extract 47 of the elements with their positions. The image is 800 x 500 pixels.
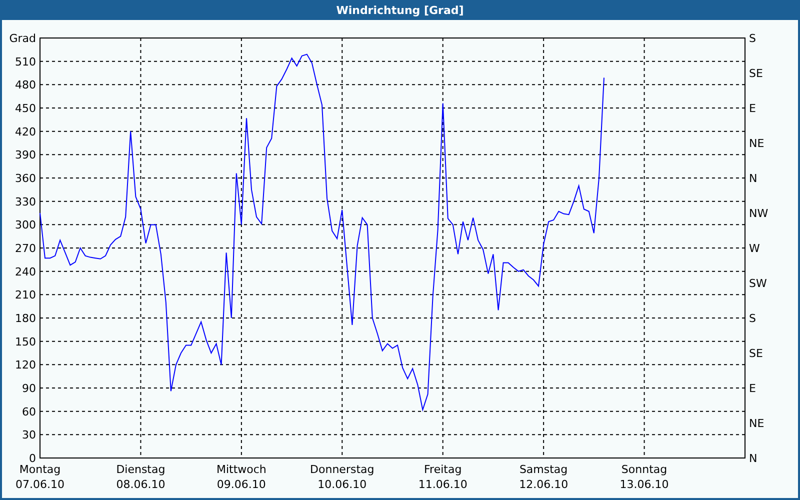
weekday-label: Dienstag xyxy=(116,463,166,476)
weekday-label: Freitag xyxy=(424,463,462,476)
y-tick-label: 180 xyxy=(15,312,36,325)
compass-label: NE xyxy=(749,417,764,430)
compass-label: N xyxy=(749,452,758,465)
y-tick-label: 420 xyxy=(15,125,36,138)
compass-label: SE xyxy=(749,347,763,360)
y-tick-label: 450 xyxy=(15,102,36,115)
compass-label: E xyxy=(749,382,756,395)
weekday-label: Montag xyxy=(19,463,61,476)
y-tick-label: 60 xyxy=(22,405,36,418)
compass-label: SW xyxy=(749,277,767,290)
y-tick-label: 240 xyxy=(15,265,36,278)
compass-label: W xyxy=(749,242,760,255)
x-tick-label: 07.06.10 xyxy=(16,478,64,491)
y-tick-label: 360 xyxy=(15,172,36,185)
x-tick-label: 12.06.10 xyxy=(519,478,568,491)
y-tick-label: 510 xyxy=(15,55,36,68)
compass-label: NE xyxy=(749,137,764,150)
weekday-label: Mittwoch xyxy=(216,463,266,476)
window-title: Windrichtung [Grad] xyxy=(336,4,464,16)
y-tick-label: 120 xyxy=(15,358,36,372)
x-tick-label: 11.06.10 xyxy=(418,478,468,491)
y-tick-label: 300 xyxy=(15,218,36,232)
compass-label: E xyxy=(749,102,756,115)
y-tick-label: 0 xyxy=(29,452,36,465)
y-tick-label: 480 xyxy=(15,78,36,92)
y-tick-label: 150 xyxy=(15,335,36,348)
y-tick-label: 90 xyxy=(22,382,36,395)
y-tick-label: 30 xyxy=(22,428,36,442)
compass-label: N xyxy=(749,172,758,185)
x-tick-label: 08.06.10 xyxy=(116,478,166,491)
weekday-label: Sonntag xyxy=(621,463,668,476)
weekday-label: Donnerstag xyxy=(310,463,374,476)
compass-label: SE xyxy=(749,67,763,80)
y-axis-title: Grad xyxy=(9,32,36,45)
y-tick-label: 330 xyxy=(15,195,36,208)
compass-label: S xyxy=(749,312,756,325)
compass-label: S xyxy=(749,32,756,45)
y-tick-label: 270 xyxy=(15,242,36,255)
compass-label: NW xyxy=(749,207,768,220)
y-tick-label: 390 xyxy=(15,148,36,162)
y-tick-label: 210 xyxy=(15,288,36,302)
x-tick-label: 13.06.10 xyxy=(620,478,669,491)
x-tick-label: 10.06.10 xyxy=(318,478,367,491)
x-tick-label: 09.06.10 xyxy=(216,478,266,491)
weekday-label: Samstag xyxy=(519,463,568,476)
